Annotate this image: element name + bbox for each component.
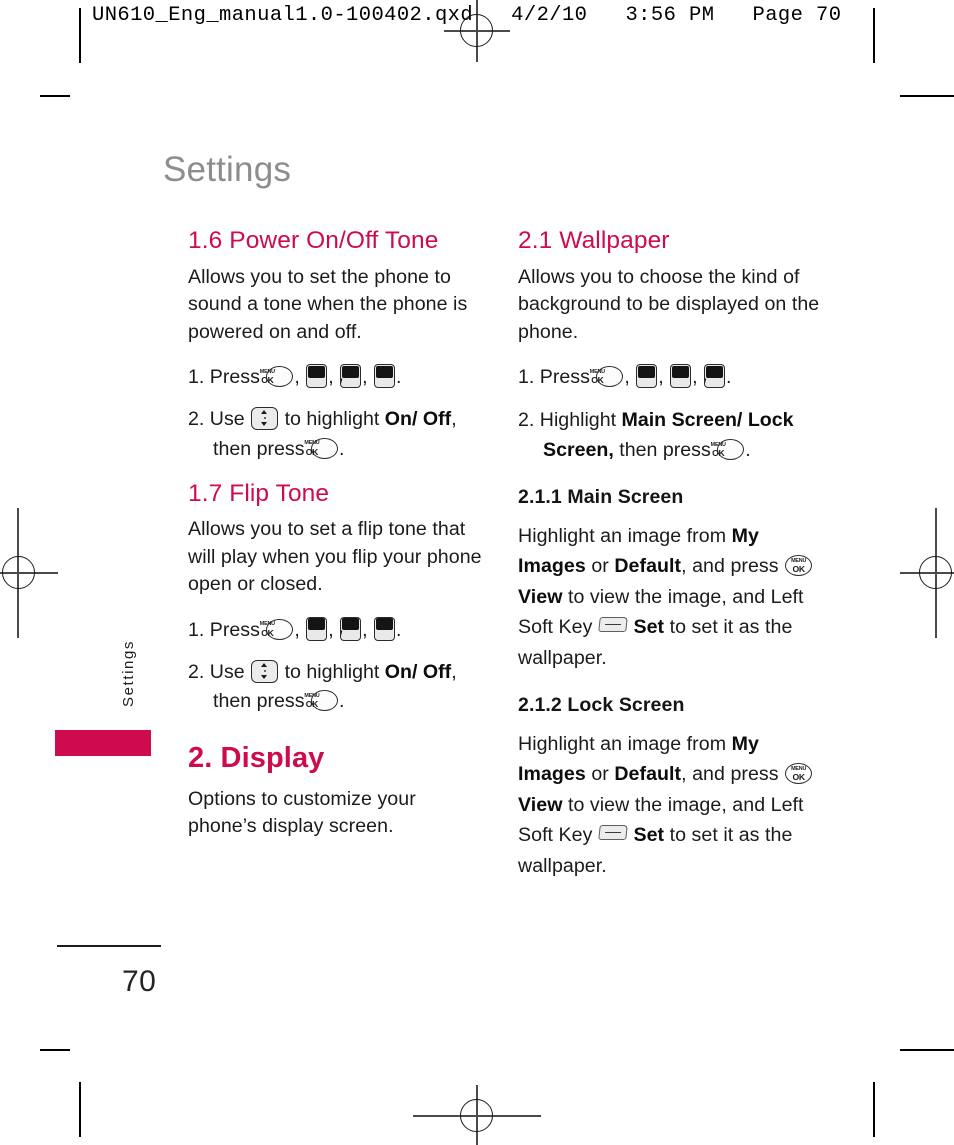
menu-view: View <box>518 585 563 608</box>
step-verb: Use <box>209 407 245 430</box>
menu-ok-key-icon: MENU OK <box>785 763 813 785</box>
crop-mark-bottom-left-vertical <box>79 1082 81 1137</box>
step-use-nav-flip-tone: 2. Use to highlight On/ Off, then press … <box>188 658 488 718</box>
menu-ok-key-icon: MENU OK <box>304 690 338 712</box>
step-option-on-off: On/ Off <box>384 660 452 683</box>
menu-ok-key-icon: MENU OK <box>260 618 294 640</box>
keypad-7-z-key-icon: 7Z <box>374 616 396 641</box>
registration-mark-left <box>0 508 58 638</box>
keypad-9-c-key-icon: 9C <box>636 364 658 389</box>
subsection-body-lock-screen: Highlight an image from My Images or Def… <box>518 729 828 882</box>
step-trailing-punctuation: . <box>396 618 402 641</box>
keypad-1-w-key-icon: 1W <box>704 364 726 389</box>
subsection-heading-lock-screen: 2.1.2 Lock Screen <box>518 693 685 716</box>
subsection-body-main-screen: Highlight an image from My Images or Def… <box>518 521 828 674</box>
body-text: or <box>591 763 609 786</box>
crop-mark-top-left-horizontal <box>40 95 70 97</box>
step-press-flip-tone: 1. Press MENU OK , 9C , 1W , 7Z . <box>188 616 402 641</box>
section-heading-flip-tone: 1.7 Flip Tone <box>188 479 330 507</box>
menu-ok-key-icon: MENU OK <box>260 366 294 388</box>
step-use-nav-power-tone: 2. Use to highlight On/ Off, then press … <box>188 405 488 465</box>
left-soft-key-icon <box>598 617 628 633</box>
step-number: 1. <box>188 618 205 641</box>
step-option-on-off: On/ Off <box>384 407 452 430</box>
registration-mark-right <box>900 508 954 638</box>
step-trailing-punctuation: . <box>726 366 732 389</box>
keypad-9-c-key-icon: 9C <box>306 616 328 641</box>
body-text: Highlight an image from <box>518 524 727 547</box>
body-text: or <box>591 555 609 578</box>
step-number: 2. <box>188 660 205 683</box>
subsection-heading-main-screen: 2.1.1 Main Screen <box>518 485 684 508</box>
menu-default: Default <box>614 763 682 786</box>
step-trailing-punctuation: . <box>338 690 345 713</box>
step-number: 2. <box>188 407 205 430</box>
registration-mark-top <box>444 0 510 62</box>
step-verb: Use <box>209 660 245 683</box>
step-trailing-punctuation: . <box>338 437 345 460</box>
step-press-wallpaper: 1. Press MENU OK , 9C , 2E , 1W . <box>518 364 732 389</box>
keypad-6-f-key-icon: 6F <box>374 364 396 389</box>
menu-default: Default <box>614 555 682 578</box>
step-trailing-punctuation: . <box>396 366 402 389</box>
crop-mark-bottom-right-vertical <box>873 1082 875 1137</box>
step-text: to highlight <box>284 407 380 430</box>
left-soft-key-icon <box>598 825 628 841</box>
step-number: 1. <box>518 366 535 389</box>
page-number: 70 <box>122 965 157 998</box>
right-column: 2.1 Wallpaper Allows you to choose the k… <box>518 227 828 898</box>
section-heading-display: 2. Display <box>188 742 325 775</box>
keypad-1-w-key-icon: 1W <box>340 364 362 389</box>
menu-ok-key-icon: MENU OK <box>785 555 813 577</box>
menu-set: Set <box>633 616 665 639</box>
step-number: 1. <box>188 366 205 389</box>
crop-mark-top-right-vertical <box>873 8 875 63</box>
crop-mark-top-right-horizontal <box>900 95 954 97</box>
step-verb: Highlight <box>539 408 617 431</box>
footer-rule <box>57 945 161 947</box>
menu-ok-key-icon: MENU OK <box>711 439 745 461</box>
section-body-power-on-off-tone: Allows you to set the phone to sound a t… <box>188 265 468 343</box>
step-press-power-tone: 1. Press MENU OK , 9C , 1W , 6F . <box>188 364 402 389</box>
registration-mark-bottom <box>413 1085 541 1145</box>
menu-ok-key-icon: MENU OK <box>304 437 338 459</box>
menu-set: Set <box>633 824 665 847</box>
section-heading-power-on-off-tone: 1.6 Power On/Off Tone <box>188 227 439 254</box>
menu-ok-key-icon: MENU OK <box>590 366 624 388</box>
step-text: to highlight <box>284 660 380 683</box>
crop-mark-top-left-vertical <box>79 8 81 63</box>
step-highlight-wallpaper: 2. Highlight Main Screen/ Lock Screen, t… <box>518 405 828 466</box>
step-verb: Press <box>539 366 590 389</box>
keypad-1-w-key-icon: 1W <box>340 616 362 641</box>
side-tab-block <box>55 730 151 756</box>
body-text: , and press <box>681 763 779 786</box>
menu-view: View <box>518 793 563 816</box>
section-body-wallpaper: Allows you to choose the kind of backgro… <box>518 265 820 343</box>
crop-mark-bottom-right-horizontal <box>900 1049 954 1051</box>
section-body-flip-tone: Allows you to set a flip tone that will … <box>188 518 482 596</box>
step-verb: Press <box>209 366 260 389</box>
step-verb: Press <box>209 618 260 641</box>
nav-up-down-key-icon <box>251 659 279 683</box>
left-column: 1.6 Power On/Off Tone Allows you to set … <box>188 227 488 858</box>
step-number: 2. <box>518 408 535 431</box>
page-title: Settings <box>163 150 292 189</box>
body-text: Highlight an image from <box>518 732 727 755</box>
keypad-2-e-key-icon: 2E <box>670 364 692 389</box>
keypad-9-c-key-icon: 9C <box>306 364 328 389</box>
section-body-display: Options to customize your phone’s displa… <box>188 787 416 838</box>
side-tab-label: Settings <box>120 640 137 707</box>
step-text-after: then press <box>619 439 711 462</box>
crop-mark-bottom-left-horizontal <box>40 1049 70 1051</box>
nav-up-down-key-icon <box>251 406 279 430</box>
section-heading-wallpaper: 2.1 Wallpaper <box>518 227 670 254</box>
body-text: , and press <box>681 555 779 578</box>
step-trailing-punctuation: . <box>745 439 751 462</box>
